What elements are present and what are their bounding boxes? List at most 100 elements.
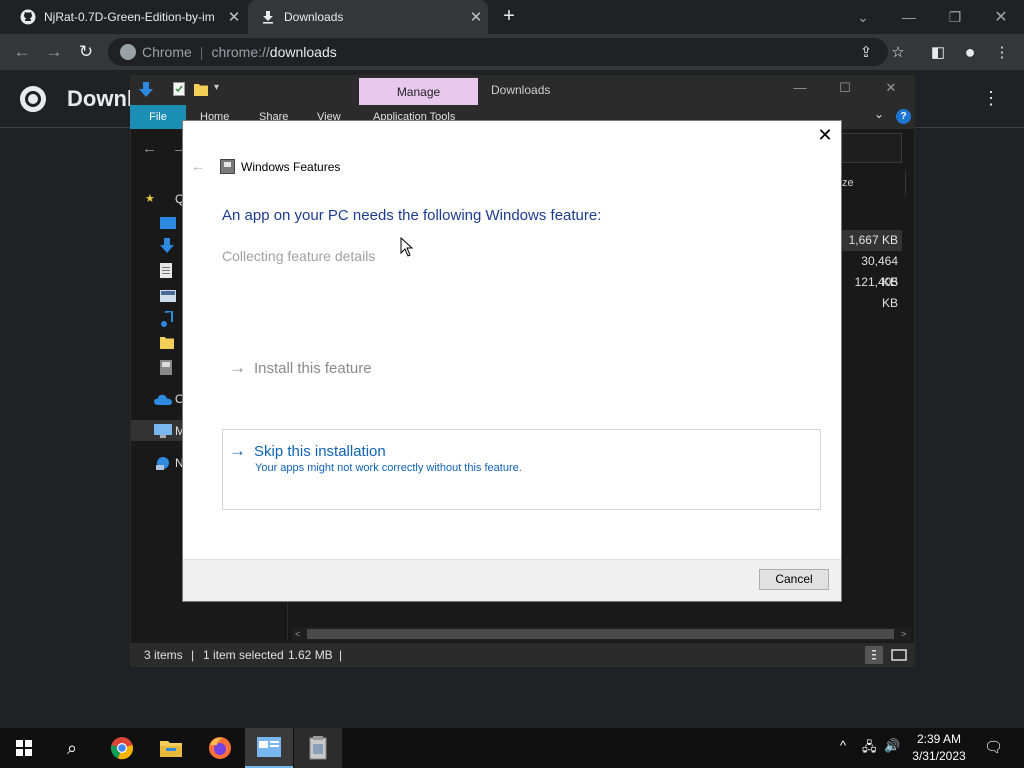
address-site: Chrome: [142, 44, 192, 60]
back-button[interactable]: ←: [10, 40, 34, 64]
explorer-title: Downloads: [491, 83, 551, 97]
skip-installation-title[interactable]: → Skip this installation: [229, 441, 386, 461]
address-scheme: chrome://: [211, 44, 270, 60]
horizontal-scrollbar[interactable]: < >: [292, 627, 911, 641]
taskbar-file-explorer-icon[interactable]: [147, 728, 195, 768]
page-title: Downl: [67, 86, 133, 111]
help-icon[interactable]: ?: [896, 109, 911, 124]
install-feature-label: Install this feature: [254, 359, 372, 377]
address-bar[interactable]: Chrome | chrome://downloads: [108, 38, 888, 66]
arrow-right-icon: →: [229, 441, 246, 460]
profile-icon[interactable]: ●: [958, 40, 982, 64]
tab-search-icon[interactable]: ⌄: [840, 0, 886, 34]
tab-downloads[interactable]: Downloads ✕: [248, 0, 488, 34]
file-size-cell[interactable]: 30,464 KB: [842, 251, 902, 289]
new-tab-button[interactable]: +: [498, 6, 520, 28]
dialog-title: Windows Features: [241, 160, 341, 174]
chrome-site-icon: [120, 44, 136, 60]
side-panel-icon[interactable]: ◧: [926, 40, 950, 64]
address-path: downloads: [269, 44, 337, 60]
dialog-heading: An app on your PC needs the following Wi…: [222, 207, 602, 224]
file-size-cell[interactable]: 121,405 KB: [842, 272, 902, 310]
explorer-close-button[interactable]: ✕: [881, 80, 901, 96]
scroll-thumb[interactable]: [307, 629, 894, 639]
dialog-back-button[interactable]: ←: [191, 158, 205, 174]
dialog-close-button[interactable]: ✕: [816, 126, 834, 144]
minimize-button[interactable]: —: [886, 0, 932, 34]
start-button[interactable]: [0, 728, 48, 768]
explorer-search-box[interactable]: [838, 133, 902, 163]
forward-button[interactable]: →: [42, 40, 66, 64]
dialog-footer: [183, 559, 841, 601]
tab-label: NjRat-0.7D-Green-Edition-by-im: [44, 10, 215, 24]
browser-menu-icon[interactable]: ⋮: [990, 40, 1014, 64]
reload-button[interactable]: ↻: [74, 40, 98, 64]
status-selected: 1 item selected: [203, 648, 284, 662]
ribbon-collapse-icon[interactable]: ⌄: [874, 107, 884, 121]
page-menu-icon[interactable]: ⋮: [982, 88, 1000, 109]
column-header-size[interactable]: ze: [842, 177, 854, 189]
file-size-cell[interactable]: 1,667 KB: [842, 230, 902, 251]
bookmark-star-icon[interactable]: ☆: [886, 40, 910, 64]
desktop-icon[interactable]: [160, 216, 178, 230]
status-item-count: 3 items: [144, 648, 183, 662]
taskbar-firefox-icon[interactable]: [196, 728, 244, 768]
column-divider: [905, 171, 906, 195]
clock-date[interactable]: 3/31/2023: [908, 749, 970, 763]
share-icon[interactable]: ⇪: [854, 40, 878, 64]
clock-time[interactable]: 2:39 AM: [908, 732, 970, 746]
network-icon[interactable]: [154, 456, 172, 470]
music-icon[interactable]: [160, 309, 178, 327]
restore-button[interactable]: ❐: [932, 0, 978, 34]
volume-icon[interactable]: 🔊: [884, 738, 900, 754]
new-folder-icon[interactable]: [194, 82, 208, 98]
github-icon: [20, 9, 36, 25]
skip-installation-label: Skip this installation: [254, 442, 386, 460]
explorer-minimize-button[interactable]: —: [790, 80, 810, 95]
pane-divider: [287, 600, 288, 640]
tab-close-icon[interactable]: ✕: [464, 8, 488, 26]
taskbar-chrome-icon[interactable]: [98, 728, 146, 768]
explorer-maximize-button[interactable]: ☐: [835, 80, 855, 96]
windows-logo-icon: [16, 740, 32, 756]
pictures-icon[interactable]: [160, 289, 178, 303]
status-separator: |: [191, 648, 195, 662]
search-icon[interactable]: ⌕: [48, 728, 96, 768]
status-size: 1.62 MB: [288, 648, 333, 662]
skip-installation-description: Your apps might not work correctly witho…: [255, 462, 522, 474]
scroll-right-arrow[interactable]: >: [901, 627, 906, 641]
arrow-right-icon: →: [229, 358, 246, 377]
tab-label: Downloads: [284, 10, 344, 24]
customize-qat-icon[interactable]: ▾: [214, 82, 228, 98]
download-icon: [260, 9, 276, 25]
downloads-folder-icon[interactable]: [160, 238, 178, 253]
dialog-status-text: Collecting feature details: [222, 248, 376, 264]
scroll-left-arrow[interactable]: <: [295, 627, 300, 641]
status-separator: |: [339, 648, 343, 662]
close-window-button[interactable]: ✕: [978, 0, 1024, 34]
quick-access-star-icon[interactable]: ★: [145, 192, 163, 206]
tab-close-icon[interactable]: ✕: [222, 8, 246, 26]
tab-manage[interactable]: Manage: [359, 78, 478, 105]
taskbar-windows-features-icon[interactable]: [245, 728, 293, 768]
documents-icon[interactable]: [160, 263, 178, 278]
cancel-button[interactable]: Cancel: [759, 569, 829, 590]
tray-overflow-icon[interactable]: ^: [840, 738, 846, 753]
onedrive-cloud-icon[interactable]: [154, 392, 172, 406]
chrome-logo-icon: [20, 86, 46, 112]
drive-icon[interactable]: [160, 360, 178, 375]
properties-icon[interactable]: [173, 82, 187, 98]
notifications-icon[interactable]: 🗨: [984, 738, 1003, 756]
explorer-back-button[interactable]: ←: [142, 140, 157, 157]
details-view-icon[interactable]: [865, 646, 883, 664]
download-arrow-icon[interactable]: [139, 82, 153, 98]
ribbon-tab-file[interactable]: File: [130, 105, 186, 129]
this-pc-icon[interactable]: [154, 424, 172, 438]
folder-icon[interactable]: [160, 335, 178, 349]
tab-njrat[interactable]: NjRat-0.7D-Green-Edition-by-im ✕: [8, 0, 246, 34]
taskbar-installer-icon[interactable]: [294, 728, 342, 768]
install-feature-option[interactable]: → Install this feature: [229, 358, 372, 378]
large-icons-view-icon[interactable]: [890, 646, 908, 664]
network-tray-icon[interactable]: 🖧: [862, 738, 877, 760]
mouse-cursor-icon: [400, 237, 414, 257]
